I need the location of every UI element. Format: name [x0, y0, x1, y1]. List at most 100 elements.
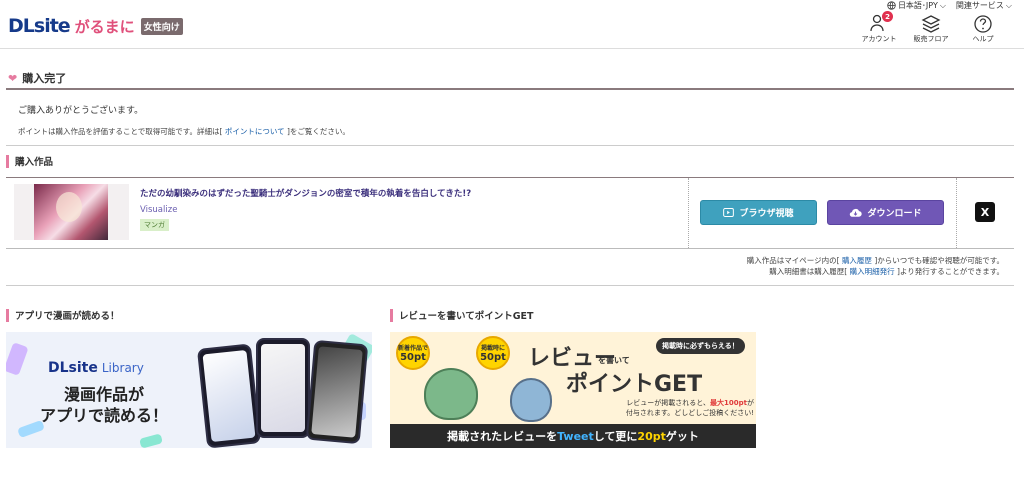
thumbnail-image — [34, 184, 108, 240]
bottom-points: 20pt — [637, 429, 666, 443]
bottom-suffix: ゲット — [665, 430, 699, 443]
history-line2-suffix: ]より発行することができます。 — [894, 267, 1004, 276]
column-divider — [688, 178, 689, 248]
column-divider — [956, 178, 957, 248]
help-icon — [974, 15, 992, 33]
review-desc-1: レビューが掲載されると、 — [626, 399, 711, 407]
phone-illustration — [256, 338, 310, 438]
bottom-mid: して更に — [593, 430, 638, 443]
app-section-heading: アプリで漫画が読める！ — [6, 308, 120, 322]
site-logo[interactable]: DLsite がるまに 女性向け — [8, 15, 183, 37]
chevron-down-icon: ⌵ — [1005, 0, 1012, 10]
history-line2-prefix: 購入明細書は購入履歴[ — [769, 267, 850, 276]
section-title: レビューを書いてポイントGET — [399, 311, 534, 322]
download-button[interactable]: ダウンロード — [827, 200, 944, 225]
history-line-2: 購入明細書は購入履歴[ 購入明細発行 ]より発行することができます。 — [747, 266, 1004, 277]
review-bottom-strip: 掲載されたレビューを Tweet して更に 20pt ゲット — [390, 424, 756, 448]
heart-icon: ❤ — [8, 71, 18, 85]
purchased-works-heading: 購入作品 — [6, 154, 53, 168]
works-bottom-divider — [6, 248, 1014, 249]
help-button[interactable]: ヘルプ — [962, 14, 1004, 44]
language-selector[interactable]: 日本語･JPY ⌵ — [887, 0, 946, 11]
x-icon: X — [980, 205, 990, 219]
logo-sub: がるまに — [74, 17, 135, 36]
history-line1-suffix: ]からいつでも確認や視聴が可能です。 — [871, 256, 1004, 265]
account-label: アカウント — [861, 35, 897, 43]
globe-icon — [887, 1, 896, 10]
help-label: ヘルプ — [972, 35, 994, 43]
points-suffix: ]をご覧ください。 — [284, 127, 350, 136]
bottom-prefix: 掲載されたレビューを — [447, 430, 558, 443]
mascot-bird — [424, 368, 478, 420]
work-maker[interactable]: Visualize — [140, 205, 177, 215]
points-prefix: ポイントは購入作品を評価することで取得可能です。詳細は[ — [18, 127, 225, 136]
decorative-shape — [139, 433, 163, 448]
divider — [6, 145, 1014, 146]
logo-library: Library — [101, 361, 144, 375]
heading-accent-bar — [390, 308, 393, 322]
review-section-heading: レビューを書いてポイントGET — [390, 308, 533, 322]
related-services-label: 関連サービス — [955, 1, 1004, 10]
review-desc-strong: 最大100pt — [710, 399, 747, 407]
circle-points: 50pt — [480, 352, 506, 363]
browser-view-label: ブラウザ視聴 — [739, 209, 794, 219]
phone-illustration — [305, 339, 369, 445]
divider — [6, 285, 1014, 286]
thanks-message: ご購入ありがとうございます。 — [18, 106, 144, 116]
play-icon — [723, 208, 735, 217]
history-line1-prefix: 購入作品はマイページ内の[ — [746, 256, 842, 265]
receipt-issue-link[interactable]: 購入明細発行 — [850, 267, 895, 276]
review-desc-2: が — [747, 399, 754, 407]
history-line-1: 購入作品はマイページ内の[ 購入履歴 ]からいつでも確認や視聴が可能です。 — [747, 255, 1004, 266]
app-banner-line2: アプリで読める！ — [39, 406, 168, 425]
app-banner-line1: 漫画作品が — [63, 385, 144, 404]
review-small: を書いて — [598, 356, 630, 365]
notification-badge: 2 — [882, 11, 893, 22]
heading-accent-bar — [6, 308, 9, 322]
logo-badge: 女性向け — [140, 17, 183, 35]
chevron-down-icon: ⌵ — [939, 0, 946, 10]
review-title-2: ポイントGET — [566, 372, 703, 397]
header-divider — [0, 48, 1024, 49]
review-description: レビューが掲載されると、最大100ptが 付与されます。どしどしご投稿ください! — [586, 398, 754, 418]
review-desc-3: 付与されます。どしどしご投稿ください! — [625, 409, 754, 417]
logo-dlsite: DLsite — [48, 360, 98, 376]
account-button[interactable]: 2 アカウント — [858, 11, 900, 44]
points-link[interactable]: ポイントについて — [225, 127, 285, 136]
dlsite-library-logo: DLsite Library — [48, 360, 144, 376]
purchased-work-row: ただの幼馴染みのはずだった聖騎士がダンジョンの密室で積年の執着を告白してきた!?… — [6, 178, 1014, 248]
work-title[interactable]: ただの幼馴染みのはずだった聖騎士がダンジョンの密室で積年の執着を告白してきた!? — [140, 187, 670, 199]
bottom-tweet: Tweet — [557, 429, 594, 443]
language-label: 日本語･JPY — [897, 1, 938, 10]
app-banner[interactable]: DLsite Library 漫画作品が アプリで読める！ — [6, 332, 372, 448]
browser-view-button[interactable]: ブラウザ視聴 — [700, 200, 817, 225]
top-links: 日本語･JPY ⌵ 関連サービス ⌵ — [887, 0, 1012, 11]
floor-label: 販売フロア — [913, 35, 949, 43]
section-title: 購入作品 — [15, 157, 54, 168]
points-circle: 新着作品で 50pt — [396, 336, 430, 370]
purchase-complete-heading: ❤ 購入完了 — [6, 68, 1014, 90]
download-label: ダウンロード — [867, 209, 922, 219]
points-note: ポイントは購入作品を評価することで取得可能です。詳細は[ ポイントについて ]を… — [18, 126, 350, 137]
app-banner-text: 漫画作品が アプリで読める！ — [34, 384, 174, 426]
page-title: 購入完了 — [22, 72, 67, 85]
purchase-history-link[interactable]: 購入履歴 — [842, 256, 872, 265]
layers-icon — [921, 15, 941, 33]
logo-main: DLsite — [8, 15, 71, 37]
circle-points: 50pt — [400, 352, 426, 363]
circle-caption: 新着作品で — [398, 345, 429, 352]
decorative-shape — [6, 342, 29, 376]
heading-accent-bar — [6, 154, 9, 168]
points-circle: 掲載時に 50pt — [476, 336, 510, 370]
x-share-button[interactable]: X — [975, 202, 995, 222]
header-icons: 2 アカウント 販売フロア ヘルプ — [858, 11, 1004, 44]
work-genre-tag: マンガ — [140, 219, 169, 231]
section-title: アプリで漫画が読める！ — [15, 311, 120, 322]
review-pill: 掲載時に必ずもらえる！ — [656, 338, 745, 354]
circle-caption: 掲載時に — [480, 345, 505, 352]
related-services-menu[interactable]: 関連サービス ⌵ — [956, 0, 1012, 11]
floor-button[interactable]: 販売フロア — [910, 14, 952, 44]
work-thumbnail[interactable] — [14, 184, 129, 240]
review-banner[interactable]: 新着作品で 50pt 掲載時に 50pt 掲載時に必ずもらえる！ レビュー を書… — [390, 332, 756, 448]
site-header: DLsite がるまに 女性向け 日本語･JPY ⌵ 関連サービス ⌵ 2 アカ… — [0, 0, 1024, 48]
